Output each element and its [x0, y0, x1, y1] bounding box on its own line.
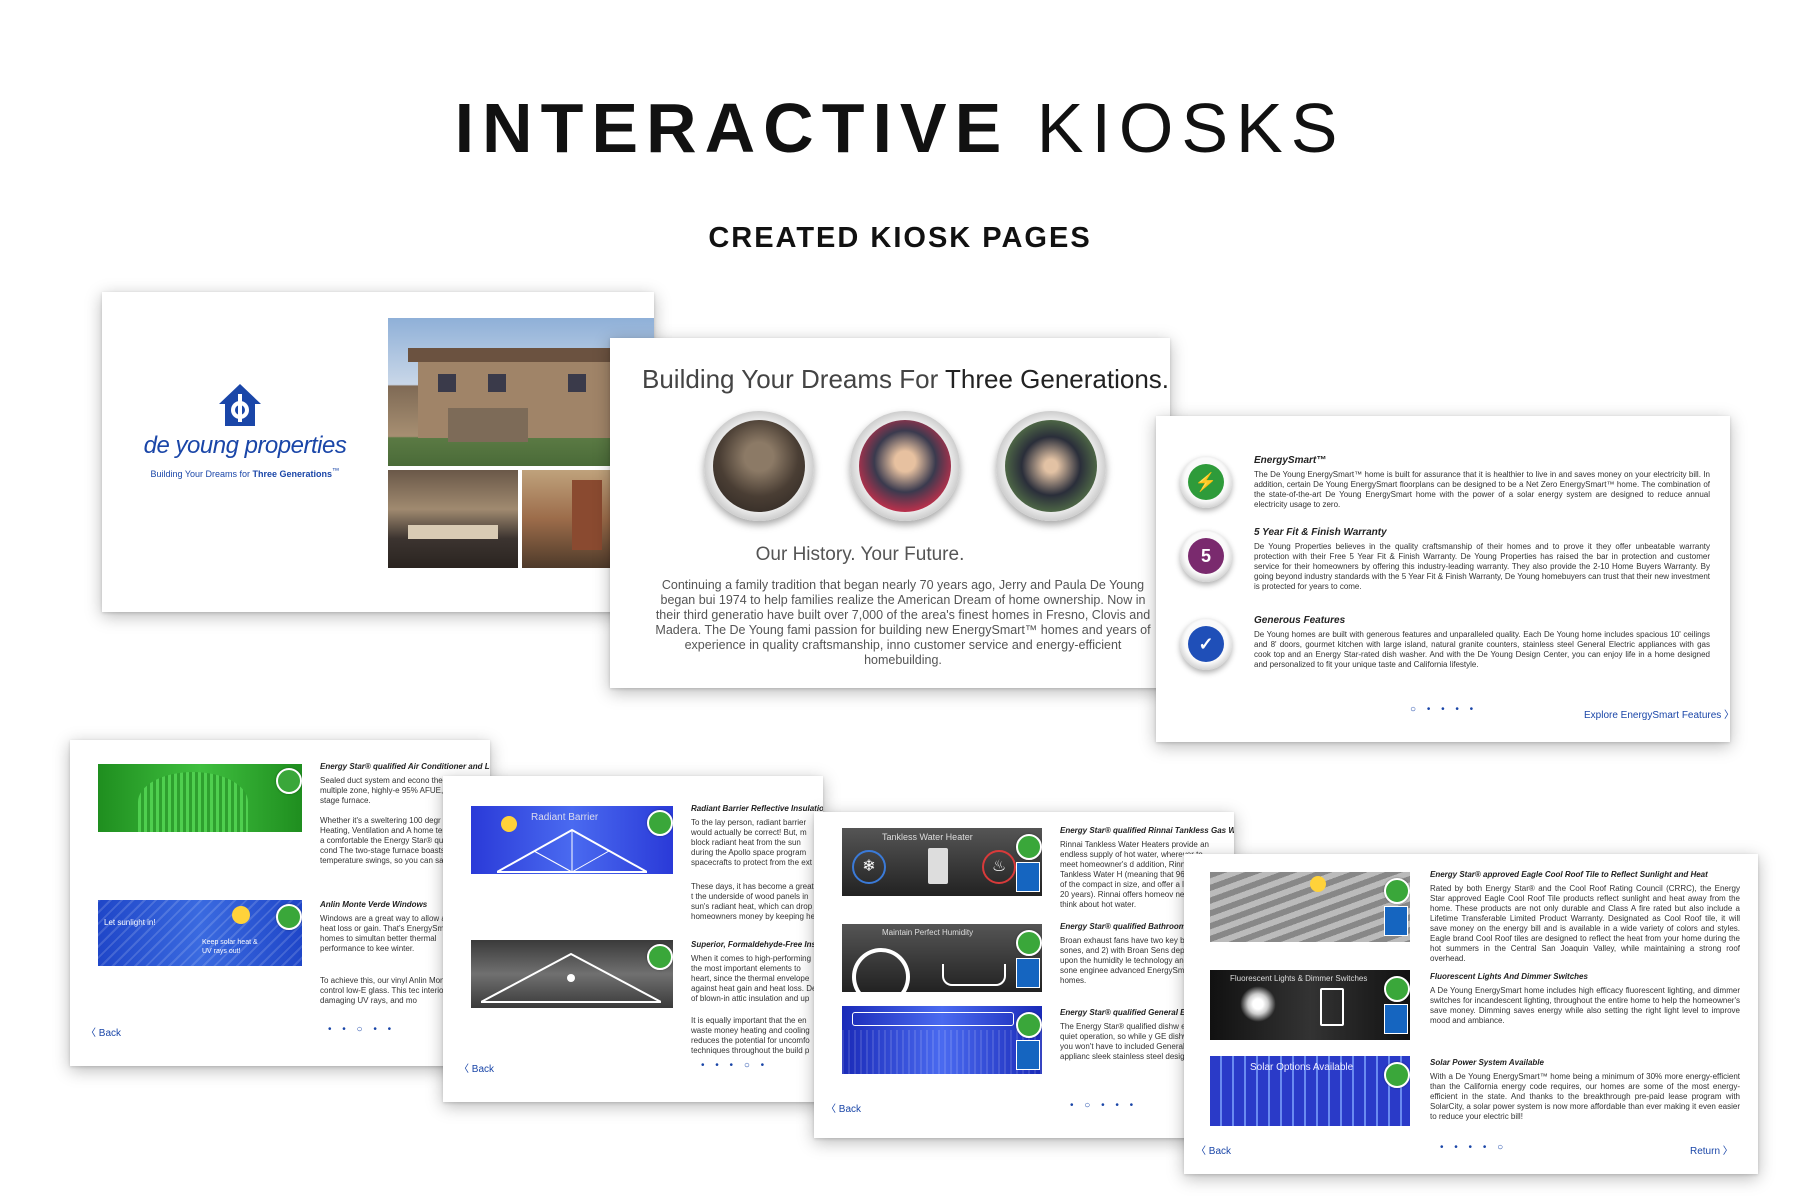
- energysmart-badge-icon: [276, 768, 302, 794]
- ac-unit-image: [98, 764, 302, 832]
- energysmart-badge-icon: [647, 810, 673, 836]
- kiosk-card-history: Building Your Dreams For Three Generatio…: [610, 338, 1170, 688]
- kiosk-card-roof-solar: Energy Star® approved Eagle Cool Roof Ti…: [1184, 854, 1758, 1174]
- roof-insulation-icon: [481, 952, 661, 1003]
- gauge-icon: [852, 948, 910, 992]
- dimmer-switch-icon: [1320, 988, 1344, 1026]
- plug-icon: ⚡: [1188, 464, 1224, 500]
- checklist-icon: ✓: [1188, 626, 1224, 662]
- portrait-generation-3: [996, 411, 1106, 521]
- portrait-generation-2: [850, 411, 960, 521]
- feature-icon-badge: ✓: [1180, 618, 1232, 670]
- feature-icon-badge: ⚡: [1180, 456, 1232, 508]
- sun-icon: [232, 906, 250, 924]
- kiosk-card-home: de young properties Building Your Dreams…: [102, 292, 654, 612]
- energysmart-badge-icon: [1384, 878, 1410, 904]
- energysmart-badge-icon: [647, 944, 673, 970]
- radiant-barrier-image: Radiant Barrier: [471, 806, 673, 874]
- humidity-image: Maintain Perfect Humidity: [842, 924, 1042, 992]
- feature-icon-badge: 5: [1180, 530, 1232, 582]
- portrait-generation-1: [704, 411, 814, 521]
- solar-panels-image: Solar Options Available: [1210, 1056, 1410, 1126]
- attic-insulation-image: [471, 940, 673, 1008]
- back-button[interactable]: 〈 Back: [459, 1060, 494, 1075]
- kiosk-card-appliances: Tankless Water Heater ❄ ♨ Energy Star® q…: [814, 812, 1234, 1138]
- dishwasher-image: [842, 1006, 1042, 1074]
- kitchen-photo: [388, 470, 518, 568]
- feature-row-generous: ✓ Generous Features De Young homes are b…: [1180, 612, 1710, 692]
- logo-tagline: Building Your Dreams for Three Generatio…: [150, 466, 340, 479]
- back-button[interactable]: 〈 Back: [86, 1024, 121, 1039]
- return-button[interactable]: Return 〉: [1690, 1142, 1733, 1157]
- feature-row-energysmart: ⚡ EnergySmart™ The De Young EnergySmart™…: [1180, 436, 1710, 516]
- feature-row-warranty: 5 5 Year Fit & Finish Warranty De Young …: [1180, 522, 1710, 612]
- energy-star-icon: [1016, 862, 1040, 892]
- cold-water-icon: ❄: [852, 850, 886, 884]
- headline: Building Your Dreams For Three Generatio…: [642, 364, 1170, 394]
- page-title: INTERACTIVE KIOSKS: [454, 89, 1346, 167]
- roof-truss-icon: [497, 828, 647, 873]
- page-dots[interactable]: • ○ • • •: [1070, 1100, 1137, 1111]
- house-5-icon: 5: [1188, 538, 1224, 574]
- bathtub-icon: [942, 964, 1006, 986]
- kiosk-card-insulation: Radiant Barrier Radiant Barrier Reflecti…: [443, 776, 823, 1102]
- back-button[interactable]: 〈 Back: [826, 1100, 861, 1115]
- house-logo-icon: [219, 384, 261, 426]
- energysmart-badge-icon: [1016, 1012, 1042, 1038]
- back-button[interactable]: 〈 Back: [1196, 1142, 1231, 1157]
- page-subtitle: CREATED KIOSK PAGES: [708, 222, 1092, 254]
- energysmart-badge-icon: [276, 904, 302, 930]
- cool-roof-tile-image: [1210, 872, 1410, 942]
- logo-text: de young properties: [143, 432, 347, 459]
- light-bulb-icon: [1240, 986, 1276, 1022]
- energy-star-icon: [1384, 906, 1408, 936]
- sun-icon: [1310, 876, 1326, 892]
- energysmart-badge-icon: [1016, 834, 1042, 860]
- energy-star-icon: [1016, 1040, 1040, 1070]
- page-dots[interactable]: • • • • ○: [1440, 1142, 1507, 1153]
- history-body: Continuing a family tradition that began…: [655, 578, 1151, 667]
- explore-link[interactable]: Explore EnergySmart Features 〉: [1584, 706, 1730, 721]
- kiosk-card-hvac: Energy Star® qualified Air Conditioner a…: [70, 740, 490, 1066]
- energy-star-icon: [1016, 958, 1040, 988]
- page-dots[interactable]: • • ○ • •: [328, 1024, 395, 1035]
- logo: de young properties Building Your Dreams…: [140, 380, 347, 500]
- kiosk-card-features: ⚡ EnergySmart™ The De Young EnergySmart™…: [1156, 416, 1730, 742]
- energysmart-badge-icon: [1384, 976, 1410, 1002]
- tankless-water-heater-image: Tankless Water Heater ❄ ♨: [842, 828, 1042, 896]
- energy-star-icon: [1384, 1004, 1408, 1034]
- energysmart-badge-icon: [1016, 930, 1042, 956]
- heater-unit-icon: [928, 848, 948, 884]
- lights-dimmer-image: Fluorescent Lights & Dimmer Switches: [1210, 970, 1410, 1040]
- hot-water-icon: ♨: [982, 850, 1016, 884]
- windows-image: Let sunlight in! Keep solar heat & UV ra…: [98, 900, 302, 966]
- energysmart-badge-icon: [1384, 1062, 1410, 1088]
- page-dots[interactable]: • • • ○ •: [701, 1060, 768, 1071]
- subhead: Our History. Your Future.: [755, 544, 965, 565]
- page-dots[interactable]: ○ • • • •: [1410, 704, 1477, 715]
